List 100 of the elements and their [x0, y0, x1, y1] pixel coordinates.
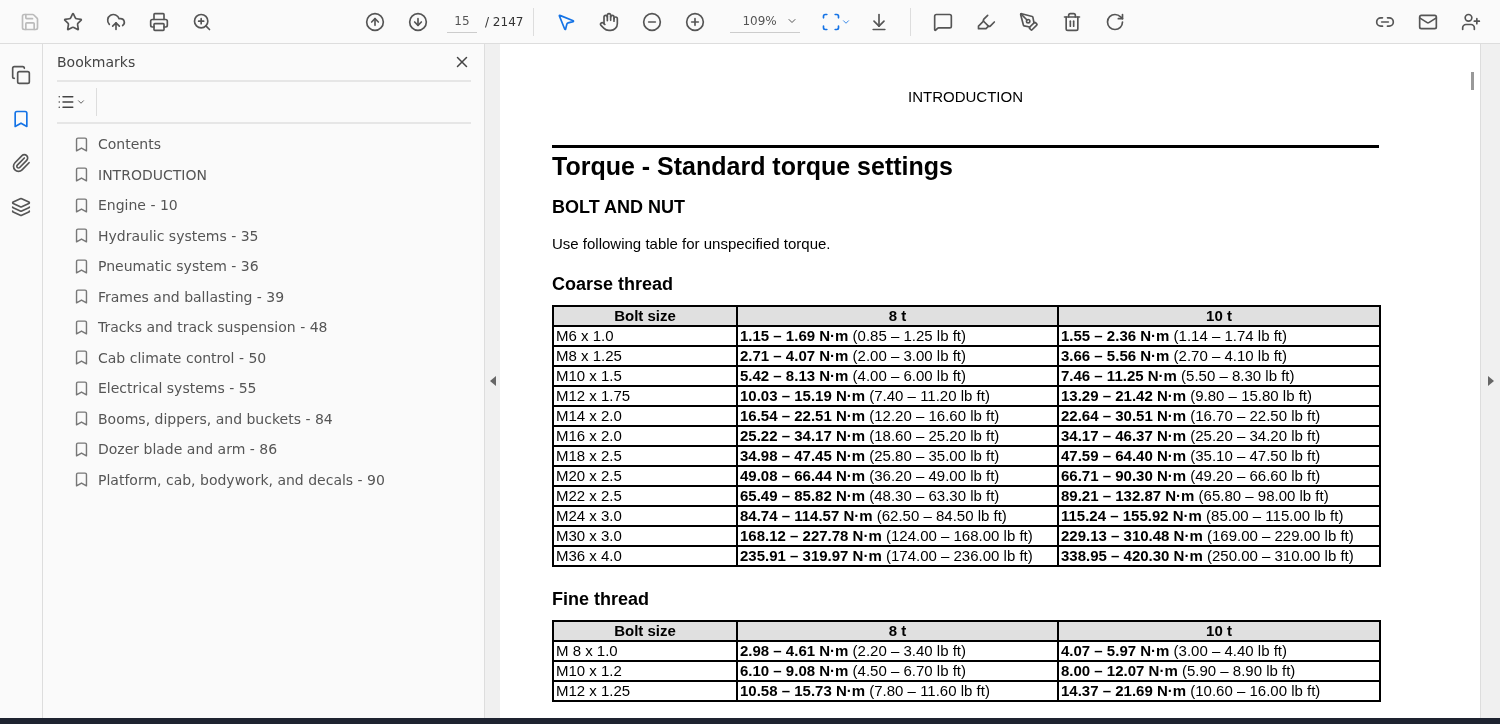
options-button[interactable] [57, 88, 97, 116]
column-header: 8 t [737, 621, 1058, 641]
highlighter-icon [975, 11, 996, 32]
bookmark-label: Frames and ballasting - 39 [98, 288, 285, 305]
expand-handle[interactable] [1480, 44, 1500, 718]
bookmark-icon [73, 166, 90, 184]
column-header: 8 t [737, 306, 1058, 326]
table-cell: M30 x 3.0 [553, 526, 737, 546]
table-cell: 235.91 – 319.97 N·m (174.00 – 236.00 lb ft) [737, 546, 1058, 566]
bookmark-label: Cab climate control - 50 [98, 349, 267, 366]
bookmark-label: Platform, cab, bodywork, and decals - 90 [98, 471, 385, 488]
panel-title: Bookmarks [57, 54, 136, 70]
bookmark-icon [73, 196, 90, 214]
table-cell: 34.98 – 47.45 N·m (25.80 – 35.00 lb ft) [737, 446, 1058, 466]
bookmark-item[interactable]: Contents [73, 129, 471, 160]
table-cell: 66.71 – 90.30 N·m (49.20 – 66.60 lb ft) [1058, 466, 1380, 486]
fit-page-icon [820, 11, 841, 32]
table-cell: M10 x 1.5 [553, 366, 737, 386]
table-cell: 14.37 – 21.69 N·m (10.60 – 16.00 lb ft) [1058, 681, 1380, 701]
bookmark-icon [73, 227, 90, 245]
bookmark-item[interactable]: Engine - 10 [73, 190, 471, 221]
table-cell: M18 x 2.5 [553, 446, 737, 466]
bookmark-icon [73, 379, 90, 397]
table-cell: 49.08 – 66.44 N·m (36.20 – 49.00 lb ft) [737, 466, 1058, 486]
column-header: 10 t [1058, 621, 1380, 641]
table-cell: M16 x 2.0 [553, 426, 737, 446]
table-cell: M 8 x 1.0 [553, 641, 737, 661]
intro-text: Use following table for unspecified torque. [552, 235, 832, 252]
table-cell: 13.29 – 21.42 N·m (9.80 – 15.80 lb ft) [1058, 386, 1380, 406]
bookmark-label: INTRODUCTION [98, 166, 207, 183]
bookmark-label: Hydraulic systems - 35 [98, 227, 259, 244]
table-cell: M24 x 3.0 [553, 506, 737, 526]
table-cell: 10.03 – 15.19 N·m (7.40 – 11.20 lb ft) [737, 386, 1058, 406]
paperclip-icon [11, 153, 31, 173]
column-header: Bolt size [553, 621, 737, 641]
bookmark-icon [73, 440, 90, 458]
table-heading: Coarse thread [552, 274, 675, 295]
arrow-up-icon [364, 11, 385, 32]
bookmark-label: Booms, dippers, and buckets - 84 [98, 410, 333, 427]
table-cell: M6 x 1.0 [553, 326, 737, 346]
bookmark-label: Pneumatic system - 36 [98, 258, 259, 275]
section-subtitle: BOLT AND NUT [552, 197, 686, 218]
table-cell: M22 x 2.5 [553, 486, 737, 506]
bookmark-item[interactable]: Pneumatic system - 36 [73, 251, 471, 282]
bookmark-item[interactable]: Tracks and track suspension - 48 [73, 312, 471, 343]
table-cell: M8 x 1.25 [553, 346, 737, 366]
table-cell: 6.10 – 9.08 N·m (4.50 – 6.70 lb ft) [737, 661, 1058, 681]
zoom-dropdown[interactable]: 109% [730, 10, 801, 33]
bookmark-item[interactable]: Dozer blade and arm - 86 [73, 434, 471, 465]
collapse-handle[interactable] [484, 44, 500, 718]
table-cell: 338.95 – 420.30 N·m (250.00 – 310.00 lb ft) [1058, 546, 1380, 566]
bookmark-item[interactable]: Platform, cab, bodywork, and decals - 90 [73, 464, 471, 495]
table-cell: 168.12 – 227.78 N·m (124.00 – 168.00 lb ft) [737, 526, 1058, 546]
table-cell: M36 x 4.0 [553, 546, 737, 566]
table-cell: M12 x 1.25 [553, 681, 737, 701]
bookmark-item[interactable]: Hydraulic systems - 35 [73, 220, 471, 251]
table-cell: 22.64 – 30.51 N·m (16.70 – 22.50 lb ft) [1058, 406, 1380, 426]
table-cell: M12 x 1.75 [553, 386, 737, 406]
add-user-icon [1460, 11, 1481, 32]
bookmark-icon [73, 349, 90, 367]
column-header: 10 t [1058, 306, 1380, 326]
table-cell: 34.17 – 46.37 N·m (25.20 – 34.20 lb ft) [1058, 426, 1380, 446]
pages-icon [11, 65, 31, 85]
bookmark-icon [11, 109, 31, 129]
table-cell: 229.13 – 310.48 N·m (169.00 – 229.00 lb ft) [1058, 526, 1380, 546]
table-cell: 10.58 – 15.73 N·m (7.80 – 11.60 lb ft) [737, 681, 1058, 701]
table-cell: 1.15 – 1.69 N·m (0.85 – 1.25 lb ft) [737, 326, 1058, 346]
table-cell: 1.55 – 2.36 N·m (1.14 – 1.74 lb ft) [1058, 326, 1380, 346]
table-cell: 89.21 – 132.87 N·m (65.80 – 98.00 lb ft) [1058, 486, 1380, 506]
bookmark-item[interactable]: Electrical systems - 55 [73, 373, 471, 404]
table-cell: 115.24 – 155.92 N·m (85.00 – 115.00 lb ft) [1058, 506, 1380, 526]
bookmark-label: Contents [98, 136, 161, 153]
pen-nib-icon [1018, 11, 1039, 32]
rotate-icon [1104, 11, 1125, 32]
page-title: Torque - Standard torque settings [552, 145, 1379, 181]
scrollbar-thumb[interactable] [1470, 72, 1474, 90]
trash-icon [1061, 11, 1082, 32]
bookmark-item[interactable]: INTRODUCTION [73, 159, 471, 190]
printer-icon [148, 11, 169, 32]
bookmark-item[interactable]: Frames and ballasting - 39 [73, 281, 471, 312]
page-number-field[interactable]: 15 [447, 10, 477, 33]
minus-icon [641, 11, 662, 32]
table-cell: 4.07 – 5.97 N·m (3.00 – 4.40 lb ft) [1058, 641, 1380, 661]
table-heading: Fine thread [552, 589, 650, 610]
table-cell: 84.74 – 114.57 N·m (62.50 – 84.50 lb ft) [737, 506, 1058, 526]
table-cell: 8.00 – 12.07 N·m (5.90 – 8.90 lb ft) [1058, 661, 1380, 681]
column-header: Bolt size [553, 306, 737, 326]
running-header: INTRODUCTION [907, 88, 1024, 105]
star-icon [62, 11, 83, 32]
bookmark-icon [73, 318, 90, 336]
bookmark-item[interactable]: Cab climate control - 50 [73, 342, 471, 373]
table-cell: 65.49 – 85.82 N·m (48.30 – 63.30 lb ft) [737, 486, 1058, 506]
bookmark-item[interactable]: Booms, dippers, and buckets - 84 [73, 403, 471, 434]
table-cell: M14 x 2.0 [553, 406, 737, 426]
table-cell: 47.59 – 64.40 N·m (35.10 – 47.50 lb ft) [1058, 446, 1380, 466]
hand-icon [598, 11, 619, 32]
layers-icon [11, 197, 31, 217]
speech-bubble-icon [932, 11, 953, 32]
bookmark-label: Tracks and track suspension - 48 [98, 319, 328, 336]
bookmark-label: Electrical systems - 55 [98, 380, 257, 397]
